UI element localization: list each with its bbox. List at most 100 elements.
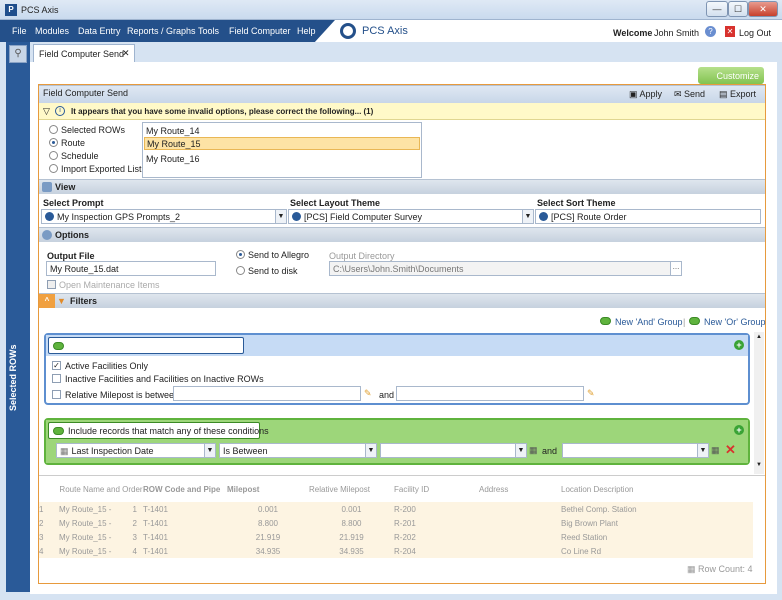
tab-close-icon[interactable]: ✕ bbox=[122, 48, 130, 59]
scroll-up-icon[interactable]: ▲ bbox=[756, 334, 762, 340]
export-button[interactable]: ▤ Export bbox=[719, 89, 756, 100]
col-row-code[interactable]: ROW Code and Pipe bbox=[143, 476, 227, 502]
table-row[interactable]: 4 My Route_15 - 4 T-1401 34.935 34.935 R-204… bbox=[39, 544, 753, 558]
menu-tools[interactable]: Tools bbox=[198, 26, 219, 36]
menu-file[interactable]: File bbox=[12, 26, 27, 36]
group-icon bbox=[53, 427, 64, 435]
table-row[interactable]: 1 My Route_15 - 1 T-1401 0.001 0.001 R-200 Be… bbox=[39, 502, 753, 516]
chevron-down-icon[interactable]: ▼ bbox=[204, 444, 215, 457]
radio-import-exported-list[interactable] bbox=[49, 164, 58, 173]
chevron-down-icon[interactable]: ▼ bbox=[275, 210, 286, 223]
field-select[interactable]: ▦ Last Inspection Date ▼ bbox=[56, 443, 216, 458]
or-group-title-box[interactable]: Include records that match any of these … bbox=[48, 422, 269, 439]
col-route-name[interactable]: Route Name and Order bbox=[59, 476, 143, 502]
menu-field-computer[interactable]: Field Computer bbox=[229, 26, 291, 36]
warning-bar[interactable]: ▽ i It appears that you have some invali… bbox=[39, 103, 765, 120]
chevron-up-icon[interactable]: ^ bbox=[39, 294, 55, 308]
chevron-down-icon[interactable]: ▼ bbox=[515, 444, 526, 457]
output-file-input[interactable]: My Route_15.dat bbox=[46, 261, 216, 276]
collapse-icon[interactable]: ▽ bbox=[43, 106, 50, 117]
milepost-from-input[interactable] bbox=[173, 386, 361, 401]
col-address[interactable]: Address bbox=[479, 476, 561, 502]
open-maintenance-label: Open Maintenance Items bbox=[59, 280, 160, 290]
radio-send-allegro[interactable] bbox=[236, 250, 245, 259]
calendar-icon[interactable]: ▦ bbox=[529, 445, 538, 456]
inactive-facilities-checkbox[interactable] bbox=[52, 374, 61, 383]
date-from-input[interactable]: ▼ bbox=[380, 443, 527, 458]
chevron-down-icon[interactable]: ▼ bbox=[697, 444, 708, 457]
menu-data-entry[interactable]: Data Entry bbox=[78, 26, 121, 36]
new-and-group-link[interactable]: New 'And' Group bbox=[615, 317, 682, 327]
minimize-button[interactable]: — bbox=[706, 1, 728, 17]
prompt-select[interactable]: My Inspection GPS Prompts_2 ▼ bbox=[41, 209, 287, 224]
output-directory-input[interactable]: C:\Users\John.Smith\Documents bbox=[329, 261, 681, 276]
filters-section-header[interactable]: ^ ▼ Filters bbox=[39, 293, 765, 308]
active-facilities-checkbox[interactable]: ✓ bbox=[52, 361, 61, 370]
view-section-header[interactable]: View bbox=[39, 179, 765, 194]
table-row[interactable]: 3 My Route_15 - 3 T-1401 21.919 21.919 R-202… bbox=[39, 530, 753, 544]
chevron-down-icon[interactable]: ▼ bbox=[522, 210, 533, 223]
search-icon[interactable]: ⚲ bbox=[9, 45, 27, 63]
send-button[interactable]: ✉ Send bbox=[674, 89, 705, 100]
browse-button[interactable]: … bbox=[670, 261, 682, 276]
maximize-button[interactable]: ☐ bbox=[728, 1, 748, 17]
options-section-header[interactable]: Options bbox=[39, 227, 765, 242]
filters-title: Filters bbox=[70, 296, 98, 306]
milepost-to-input[interactable] bbox=[396, 386, 584, 401]
open-maintenance-checkbox[interactable] bbox=[47, 280, 56, 289]
layout-select[interactable]: [PCS] Field Computer Survey ▼ bbox=[288, 209, 534, 224]
help-icon[interactable]: ? bbox=[705, 26, 716, 37]
app-icon: P bbox=[5, 4, 17, 16]
add-condition-icon[interactable]: + bbox=[734, 425, 744, 435]
new-or-group-link[interactable]: New 'Or' Group bbox=[704, 317, 765, 327]
or-filter-group: Include records that match any of these … bbox=[44, 418, 750, 465]
list-item[interactable]: My Route_16 bbox=[146, 154, 200, 164]
results-grid[interactable]: Route Name and Order ROW Code and Pipe M… bbox=[39, 475, 765, 583]
menu-modules[interactable]: Modules bbox=[35, 26, 69, 36]
relative-milepost-checkbox[interactable] bbox=[52, 390, 61, 399]
operator-select[interactable]: Is Between ▼ bbox=[219, 443, 377, 458]
radio-selected-rows[interactable] bbox=[49, 125, 58, 134]
col-relative-milepost[interactable]: Relative Milepost bbox=[309, 476, 394, 502]
options-icon bbox=[42, 230, 52, 240]
logout-link[interactable]: Log Out bbox=[739, 28, 771, 38]
date-to-input[interactable]: ▼ bbox=[562, 443, 709, 458]
radio-send-disk[interactable] bbox=[236, 266, 245, 275]
scroll-down-icon[interactable]: ▼ bbox=[756, 462, 762, 468]
and-group-title-box[interactable] bbox=[48, 337, 244, 354]
close-window-button[interactable]: ✕ bbox=[748, 1, 778, 17]
and-label: and bbox=[379, 390, 395, 400]
col-location[interactable]: Location Description bbox=[561, 476, 753, 502]
chevron-down-icon[interactable]: ▼ bbox=[365, 444, 376, 457]
globe-icon bbox=[45, 212, 54, 221]
pencil-icon[interactable]: ✎ bbox=[364, 388, 372, 399]
tab-label: Field Computer Send bbox=[39, 49, 125, 59]
menu-help[interactable]: Help bbox=[297, 26, 316, 36]
delete-condition-icon[interactable]: ✕ bbox=[725, 442, 736, 458]
sort-select[interactable]: [PCS] Route Order bbox=[535, 209, 761, 224]
list-item[interactable]: My Route_14 bbox=[146, 126, 200, 136]
route-list[interactable]: My Route_14 My Route_15 My Route_16 bbox=[142, 122, 422, 178]
table-row[interactable]: 2 My Route_15 - 2 T-1401 8.800 8.800 R-201 Bi… bbox=[39, 516, 753, 530]
select-prompt-label: Select Prompt bbox=[43, 198, 104, 208]
apply-button[interactable]: ▣ Apply bbox=[629, 89, 662, 100]
col-milepost[interactable]: Milepost bbox=[227, 476, 309, 502]
selected-rows-sidebar[interactable]: ⚲ Selected ROWs bbox=[6, 42, 30, 592]
welcome-label: Welcome bbox=[613, 28, 653, 38]
relative-milepost-label: Relative Milepost is between bbox=[65, 390, 180, 400]
filters-scrollbar[interactable]: ▲ ▼ bbox=[754, 332, 764, 474]
radio-route[interactable] bbox=[49, 138, 58, 147]
menu-reports-graphs[interactable]: Reports / Graphs bbox=[127, 26, 196, 36]
radio-label-selected-rows: Selected ROWs bbox=[61, 125, 126, 135]
calendar-icon[interactable]: ▦ bbox=[711, 445, 720, 456]
pencil-icon[interactable]: ✎ bbox=[587, 388, 595, 399]
logout-icon[interactable]: ✕ bbox=[725, 26, 735, 37]
tab-field-computer-send[interactable]: Field Computer Send ✕ bbox=[33, 44, 135, 62]
filter-icon: ▼ bbox=[57, 296, 66, 306]
add-condition-icon[interactable]: + bbox=[734, 340, 744, 350]
customize-button[interactable]: Customize bbox=[698, 67, 764, 84]
radio-schedule[interactable] bbox=[49, 151, 58, 160]
col-facility-id[interactable]: Facility ID bbox=[394, 476, 479, 502]
list-item-selected[interactable]: My Route_15 bbox=[144, 137, 420, 150]
sidebar-label[interactable]: Selected ROWs bbox=[8, 338, 28, 418]
